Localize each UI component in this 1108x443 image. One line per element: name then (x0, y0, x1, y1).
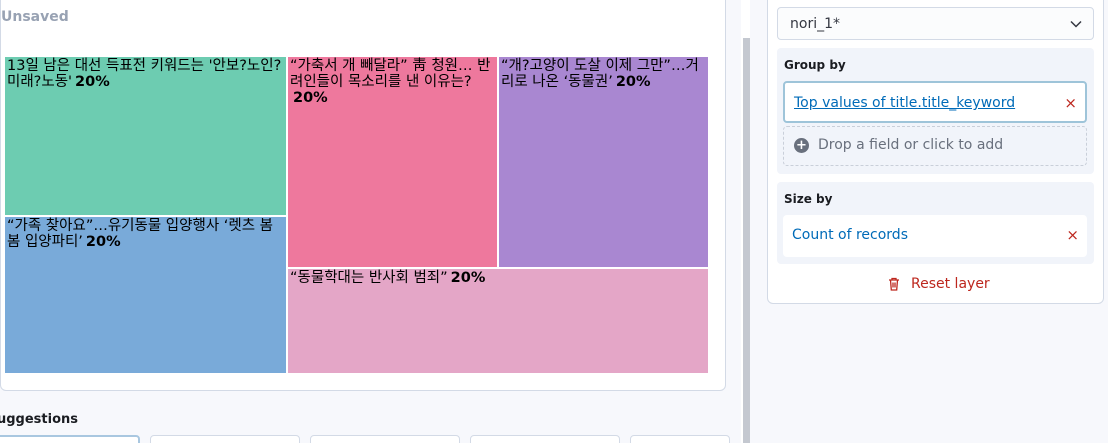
reset-layer-label: Reset layer (911, 276, 990, 292)
treemap-cell-percent: 20% (85, 234, 121, 250)
treemap-cell[interactable]: “가축서 개 빼달라” 靑 청원… 반려인들이 목소리를 낸 이유는?20% (288, 57, 499, 269)
treemap-cell-percent: 20% (615, 74, 651, 90)
trash-icon (889, 277, 899, 291)
treemap-cell-label: “가족 찾아요”…유기동물 입양행사 ‘렛츠 봄봄 입양파티’ (7, 218, 274, 250)
suggestion-card[interactable] (0, 435, 140, 443)
treemap-cell-label: “개?고양이 도살 이제 그만”…거리로 나온 ‘동물권’ (501, 58, 699, 90)
treemap-cell-label: 13일 남은 대선 득표전 키워드는 '안보?노인?미래?노동' (7, 58, 282, 90)
plus-icon: + (794, 138, 809, 153)
group-by-section: Group by Top values of title.title_keywo… (777, 48, 1094, 174)
treemap-cell-label: “동물학대는 반사회 범죄” (290, 270, 448, 286)
drop-field-zone[interactable]: + Drop a field or click to add (783, 126, 1087, 166)
treemap-cell[interactable]: 13일 남은 대선 득표전 키워드는 '안보?노인?미래?노동' 20% (5, 57, 288, 217)
suggestion-card[interactable] (310, 435, 460, 443)
group-by-field-label: Top values of title.title_keyword (794, 95, 1016, 111)
suggestion-card[interactable] (470, 435, 620, 443)
layer-select[interactable]: nori_1* (777, 7, 1094, 40)
close-icon[interactable]: × (1064, 94, 1077, 112)
suggestion-card[interactable] (630, 435, 730, 443)
treemap-cell-label: “가축서 개 빼달라” 靑 청원… 반려인들이 목소리를 낸 이유는? (290, 58, 491, 90)
unsaved-status: Unsaved (1, 9, 69, 25)
size-by-field-label: Count of records (792, 227, 908, 243)
close-icon[interactable]: × (1066, 226, 1079, 244)
treemap-cell[interactable]: “동물학대는 반사회 범죄” 20% (288, 269, 710, 375)
size-by-dimension-button[interactable]: Count of records × (783, 215, 1087, 257)
scrollbar-thumb[interactable] (743, 38, 750, 443)
drop-field-hint: Drop a field or click to add (818, 137, 1004, 153)
treemap-cell-percent: 20% (75, 74, 110, 90)
suggestion-card[interactable] (150, 435, 300, 443)
size-by-section: Size by Count of records × (777, 182, 1094, 264)
group-by-dimension-button[interactable]: Top values of title.title_keyword × (783, 81, 1087, 123)
treemap-chart: 13일 남은 대선 득표전 키워드는 '안보?노인?미래?노동' 20% “가족 … (5, 57, 710, 375)
chevron-down-icon (1070, 20, 1082, 28)
layer-select-value: nori_1* (790, 16, 840, 32)
treemap-cell-percent: 20% (293, 90, 328, 106)
treemap-cell-percent: 20% (450, 270, 486, 286)
treemap-cell[interactable]: “개?고양이 도살 이제 그만”…거리로 나온 ‘동물권’ 20% (499, 57, 710, 269)
treemap-cell[interactable]: “가족 찾아요”…유기동물 입양행사 ‘렛츠 봄봄 입양파티’ 20% (5, 217, 288, 375)
size-by-title: Size by (784, 192, 833, 206)
suggestions-heading: uggestions (0, 412, 79, 427)
group-by-title: Group by (784, 58, 846, 72)
